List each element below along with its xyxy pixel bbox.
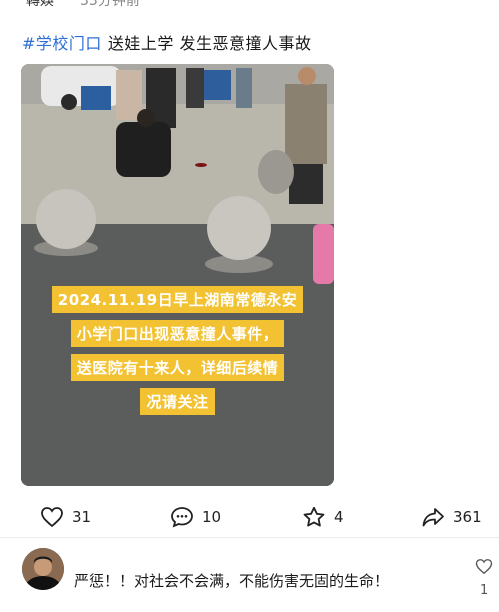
comment-text: 严惩！！对社会不会满，不能伤害无固的生命！ xyxy=(74,572,390,590)
caption-line-4: 况请关注 xyxy=(21,388,334,415)
share-icon xyxy=(422,508,444,527)
comment-icon xyxy=(171,507,193,528)
heart-icon xyxy=(41,507,63,528)
post-body: 送娃上学 发生恶意撞人事故 xyxy=(107,34,312,53)
post-text: #学校门口 送娃上学 发生恶意撞人事故 xyxy=(22,30,312,54)
comment-count: 10 xyxy=(202,508,222,526)
favorite-count: 4 xyxy=(334,508,344,526)
caption-line-3: 送医院有十来人，详细后续情 xyxy=(21,354,334,381)
star-icon xyxy=(303,506,325,527)
like-count: 31 xyxy=(72,508,92,526)
divider xyxy=(0,537,499,538)
post-time: 33分钟前 xyxy=(80,0,140,9)
share-button[interactable]: 361 xyxy=(421,500,482,534)
post-header: 轉娛 33分钟前 xyxy=(0,0,499,12)
author-name[interactable]: 轉娛 xyxy=(26,0,54,10)
comment-like-count: 1 xyxy=(480,583,489,598)
comment-item: 严惩！！对社会不会满，不能伤害无固的生命！ xyxy=(22,548,482,608)
caption-line-2: 小学门口出现恶意撞人事件， xyxy=(21,320,334,347)
hashtag-link[interactable]: #学校门口 xyxy=(22,34,102,53)
like-button[interactable]: 31 xyxy=(40,500,91,534)
share-count: 361 xyxy=(453,508,482,526)
favorite-button[interactable]: 4 xyxy=(302,500,344,534)
video-player[interactable]: 2024.11.19日早上湖南常德永安 小学门口出现恶意撞人事件， 送医院有十来… xyxy=(21,64,334,486)
avatar[interactable] xyxy=(22,548,64,590)
action-bar: 31 10 4 361 xyxy=(0,500,499,534)
heart-icon xyxy=(475,559,493,575)
caption-line-1: 2024.11.19日早上湖南常德永安 xyxy=(21,286,334,313)
comment-like-button[interactable] xyxy=(474,558,494,579)
video-frame xyxy=(21,64,334,486)
comment-button[interactable]: 10 xyxy=(170,500,221,534)
